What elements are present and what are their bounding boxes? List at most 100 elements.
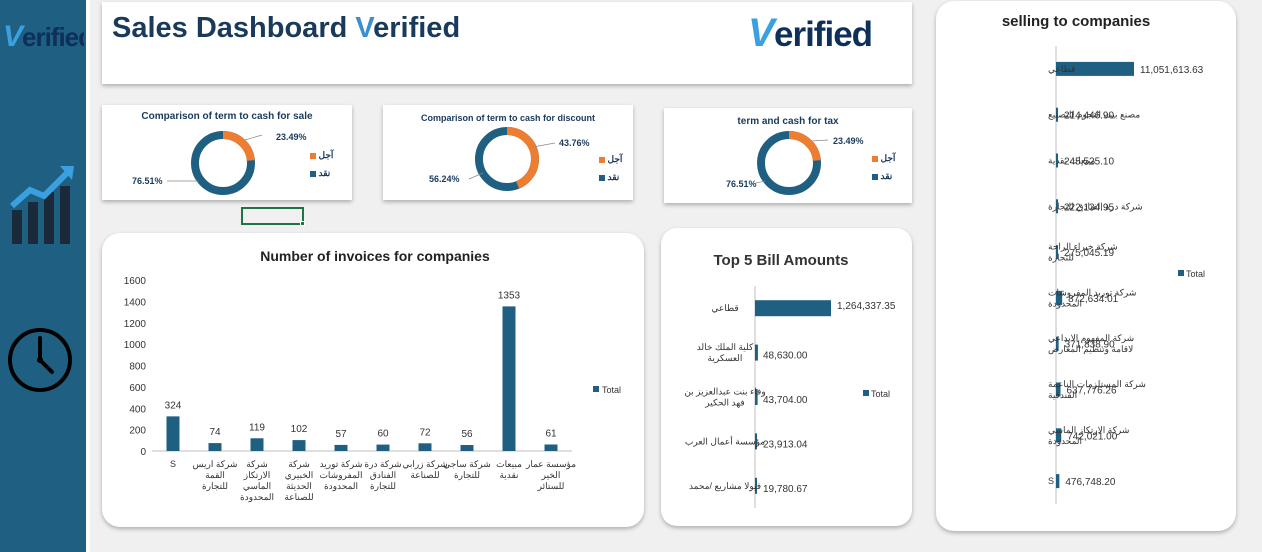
header-card: Sales Dashboard Verified V erified — [102, 2, 912, 84]
x-category-label: للصناعة — [410, 470, 439, 480]
bar-value-label: 102 — [291, 424, 308, 435]
donut-card-tax: term and cash for tax 23.49% 76.51% آجل … — [664, 108, 912, 203]
title-rest: erified — [373, 12, 461, 44]
bar-value-label: 57 — [335, 429, 347, 440]
legend-cash: نقد — [599, 172, 619, 183]
x-category-label: شركة — [246, 459, 268, 470]
legend-swatch — [863, 390, 869, 396]
brand-logo: V erified — [748, 8, 896, 55]
chart-title: Number of invoices for companies — [260, 248, 490, 264]
bar[interactable] — [544, 444, 558, 451]
legend-term: آجل — [310, 150, 333, 161]
y-category-label: المحدودة — [1048, 298, 1082, 309]
bar-value-label: 43,704.00 — [763, 395, 808, 406]
bar-value-label: 119 — [249, 422, 265, 433]
title-prefix: Sales Dashboard — [112, 12, 356, 44]
x-category-label: للتجارة — [202, 481, 228, 492]
bar[interactable] — [208, 443, 222, 451]
bar[interactable] — [418, 443, 432, 451]
x-category-label: الماسي — [243, 481, 271, 491]
top-bills-card: Top 5 Bill Amounts 1,264,337.35 قطاعي 48,63… — [661, 228, 912, 526]
x-category-label: الارتكاز — [243, 470, 271, 481]
bar[interactable] — [292, 440, 306, 451]
y-category-label: فهد الحكير — [704, 398, 744, 409]
legend-term: آجل — [599, 154, 622, 165]
x-category-label: مبيعات — [496, 459, 522, 469]
legend-term: آجل — [872, 153, 895, 164]
bar-value-label: 72 — [419, 427, 431, 438]
y-tick-label: 400 — [129, 404, 146, 415]
y-tick-label: 0 — [140, 447, 146, 458]
bar[interactable] — [755, 300, 831, 317]
top-bills-bar-chart: Top 5 Bill Amounts 1,264,337.35 قطاعي 48,63… — [684, 252, 896, 508]
bar[interactable] — [376, 444, 390, 451]
y-tick-label: 1000 — [124, 340, 147, 351]
bar-value-label: 1,264,337.35 — [837, 301, 896, 312]
x-category-label: الخبيري — [285, 470, 314, 481]
x-category-label: المفروشات — [319, 470, 362, 481]
x-category-label: للتجارة — [370, 481, 396, 492]
growth-chart-icon[interactable] — [8, 162, 76, 250]
y-category-label: المحدودة — [1048, 436, 1082, 447]
y-category-label: مؤسسة أعمال العرب — [685, 434, 765, 447]
x-category-label: شركة درة — [364, 459, 401, 470]
bar[interactable] — [250, 438, 264, 451]
bar[interactable] — [1056, 474, 1060, 489]
donut-card-sale: Comparison of term to cash for sale 23.4… — [102, 105, 352, 200]
cash-percentage: 76.51% — [132, 176, 163, 186]
y-tick-label: 1200 — [124, 319, 147, 330]
x-category-label: الفنادق — [370, 470, 396, 480]
y-tick-label: 600 — [129, 383, 146, 394]
cash-percentage: 56.24% — [429, 174, 460, 184]
selected-cell[interactable] — [241, 207, 305, 226]
y-category-label: شركة درة الفنادق للتجارة — [1048, 201, 1142, 212]
bar-value-label: 60 — [377, 429, 389, 440]
y-category-label: قطاعي — [1048, 64, 1075, 74]
y-category-label: الفندقية — [1048, 390, 1077, 400]
donut-card-discount: Comparison of term to cash for discount … — [383, 105, 633, 200]
bar[interactable] — [460, 445, 474, 451]
y-category-label: شركة توريد المفروشات — [1048, 287, 1136, 298]
sidebar-logo[interactable]: V erified — [2, 12, 94, 53]
legend-swatch — [593, 386, 599, 392]
y-category-label: شركة خبراء الراحة — [1048, 242, 1118, 253]
y-category-label: فيولا مشاريع /محمد — [689, 481, 761, 492]
bar[interactable] — [755, 344, 758, 361]
x-category-label: S — [170, 459, 176, 469]
chart-title: Top 5 Bill Amounts — [714, 252, 849, 269]
legend-label: Total — [602, 385, 621, 395]
y-category-label: شركة المفهوم الابداعي — [1048, 333, 1134, 344]
x-category-label: للصناعة — [284, 492, 313, 502]
bar[interactable] — [502, 306, 516, 451]
y-category-label: للتجارة — [1048, 253, 1074, 264]
invoices-chart-card: Number of invoices for companies 0 200 400 6… — [102, 233, 644, 527]
bar-value-label: 11,051,613.63 — [1140, 65, 1204, 76]
term-percentage: 23.49% — [276, 132, 307, 142]
x-category-label: للتجارة — [454, 470, 480, 481]
x-category-label: القمة — [205, 470, 225, 480]
bar-value-label: 61 — [545, 428, 557, 439]
y-category-label: قطاعي — [711, 303, 738, 313]
svg-text:erified: erified — [22, 22, 84, 52]
legend-label: Total — [1186, 269, 1205, 279]
x-category-label: شركة — [288, 459, 310, 470]
y-category-label: مبيعات نقدية — [1048, 156, 1096, 166]
clock-icon[interactable] — [6, 326, 74, 394]
y-category-label: شركة الارتكاز الماسي — [1048, 425, 1129, 436]
y-category-label: لاقامة وتنظيم المعارض — [1048, 344, 1133, 355]
y-category-label: كلية الملك خالد — [697, 342, 754, 352]
y-category-label: العسكرية — [708, 353, 743, 364]
legend-cash: نقد — [872, 171, 892, 182]
companies-card: selling to companies 11,051,613.63 قطاعي 21… — [936, 1, 1236, 531]
bar[interactable] — [166, 416, 180, 451]
title-v: V — [355, 12, 374, 44]
x-category-label: شركة ساجي — [443, 459, 490, 470]
x-category-label: المحدودة — [324, 481, 358, 492]
bar[interactable] — [334, 444, 348, 451]
legend-swatch — [1178, 270, 1184, 276]
y-category-label: وفاء بنت عبدالعزيز بن — [684, 387, 765, 398]
bar-value-label: 324 — [165, 400, 182, 411]
sidebar-divider — [86, 0, 90, 552]
y-category-label: S — [1048, 476, 1054, 486]
page-title: Sales Dashboard Verified — [112, 12, 460, 45]
